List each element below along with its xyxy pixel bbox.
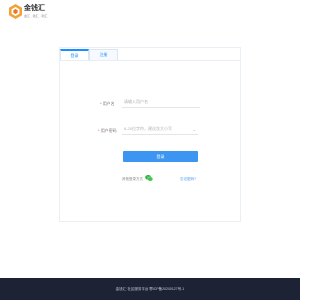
brand-logo-icon[interactable] bbox=[9, 4, 22, 19]
wechat-icon[interactable] bbox=[145, 174, 153, 182]
tab-divider bbox=[60, 60, 240, 61]
account-input[interactable]: 请输入用户名 bbox=[122, 97, 200, 108]
tab-register[interactable]: 注册 bbox=[89, 49, 118, 60]
required-mark: * bbox=[100, 101, 102, 106]
brand-slogan: 金汇 · 钱汇 · 利汇 bbox=[24, 14, 48, 18]
account-placeholder: 请输入用户名 bbox=[124, 99, 148, 104]
tab-login[interactable]: 登录 bbox=[60, 49, 89, 60]
chevron-down-icon[interactable]: ⌄ bbox=[193, 127, 196, 132]
site-footer: 金钱汇·社区服务平台 鄂ICP备20200127号-1 bbox=[0, 278, 300, 300]
footer-text: 金钱汇·社区服务平台 鄂ICP备20200127号-1 bbox=[115, 286, 185, 291]
password-placeholder: 6-20位字符，建议含大小写 bbox=[124, 126, 173, 131]
site-header: 金钱汇 金汇 · 钱汇 · 利汇 bbox=[0, 0, 300, 32]
forgot-password-link[interactable]: 忘记密码? bbox=[180, 177, 196, 182]
account-label-text: 用户名 bbox=[102, 101, 115, 106]
required-mark: * bbox=[98, 128, 100, 133]
account-label: * 用户名 bbox=[100, 101, 115, 107]
login-card: 登录 注册 * 用户名 请输入用户名 * 用户密码 6-20位字符，建议含大小写… bbox=[59, 47, 241, 222]
other-login-label: 其他登录方式 bbox=[122, 177, 143, 181]
password-label: * 用户密码 bbox=[98, 128, 117, 134]
brand-name: 金钱汇 bbox=[24, 5, 45, 12]
password-label-text: 用户密码 bbox=[100, 128, 117, 133]
login-button[interactable]: 登录 bbox=[123, 151, 198, 162]
password-input[interactable]: 6-20位字符，建议含大小写 ⌄ bbox=[122, 124, 198, 135]
